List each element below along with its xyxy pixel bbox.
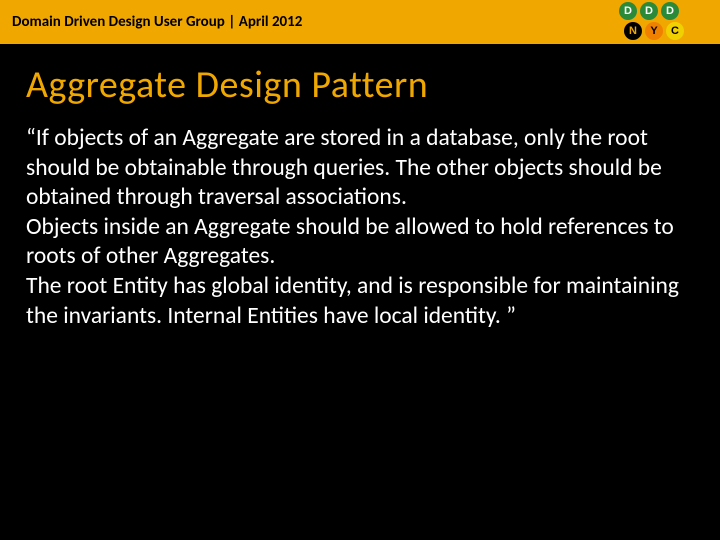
content-area: Aggregate Design Pattern “If objects of … — [0, 44, 720, 331]
logo-letter-d1: D — [619, 2, 637, 20]
header-text: Domain Driven Design User Group | April … — [12, 13, 302, 31]
logo-ddd-nyc: D D D N Y C — [614, 2, 684, 40]
logo-letter-y: Y — [645, 22, 663, 40]
logo-row-top: D D D — [619, 2, 679, 20]
logo-letter-d2: D — [640, 2, 658, 20]
slide-body: “If objects of an Aggregate are stored i… — [26, 124, 694, 331]
logo-letter-c: C — [666, 22, 684, 40]
logo-letter-n: N — [624, 22, 642, 40]
logo-letter-d3: D — [661, 2, 679, 20]
header-bar: Domain Driven Design User Group | April … — [0, 0, 720, 44]
logo-row-bottom: N Y C — [624, 22, 684, 40]
slide-title: Aggregate Design Pattern — [26, 62, 694, 108]
